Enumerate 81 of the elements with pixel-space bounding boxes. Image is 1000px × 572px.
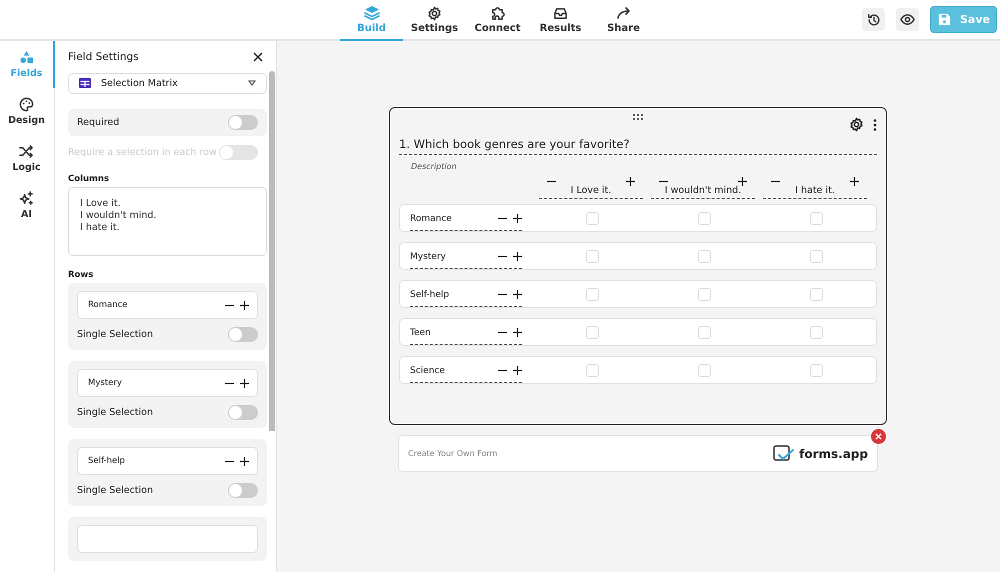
close-icon [875,433,882,440]
nav-tab[interactable]: Settings [403,0,466,41]
more-options-icon[interactable] [873,118,877,130]
shapes-icon [19,50,34,65]
plus-icon[interactable] [513,366,522,375]
layers-icon [364,5,380,21]
plus-icon[interactable] [738,177,747,186]
plus-icon[interactable] [626,177,635,186]
inbox-icon [553,6,568,20]
column-label: I Love it. [570,185,612,196]
checkbox[interactable] [586,326,598,338]
toggle-switch[interactable] [228,483,258,498]
checkbox[interactable] [586,250,598,262]
sparkle-icon [19,191,34,206]
palette-icon [19,97,34,112]
plus-icon[interactable] [850,177,859,186]
toggle-switch[interactable] [228,405,258,420]
toggle-label: Required [77,116,120,128]
toggle-label: Single Selection [77,485,154,496]
plus-icon[interactable] [513,252,522,261]
sidebar-item[interactable]: Logic [0,135,55,182]
plus-icon[interactable] [240,456,249,466]
toggle-label: Single Selection [77,407,154,418]
section-label: Columns [68,174,110,184]
row-name-field[interactable] [77,525,258,553]
nav-tab[interactable]: Results [529,0,592,41]
caret-icon [248,80,256,86]
checkbox[interactable] [698,364,710,376]
settings-icon[interactable] [849,117,864,132]
share-arrow-icon [616,5,632,21]
section-label: Rows [68,270,94,280]
sidebar-item[interactable]: AI [0,182,55,229]
checkbox[interactable] [810,326,822,338]
plus-icon[interactable] [240,378,249,388]
checkbox[interactable] [586,364,598,376]
row-label: Self-help [410,290,450,300]
columns-textarea[interactable]: I Love it. I wouldn't mind. I hate it. [68,186,267,256]
checkbox[interactable] [586,288,598,300]
shuffle-icon [19,144,34,159]
settings-icon [427,6,442,20]
preview-button[interactable] [896,8,919,31]
sidebar-item[interactable]: Design [0,88,55,135]
row-label: Science [410,366,446,376]
checkbox[interactable] [810,288,822,300]
checkbox[interactable] [698,212,710,224]
description-field[interactable]: Description [411,162,877,171]
checkbox[interactable] [810,364,822,376]
branding-text: Create Your Own Form [408,449,498,458]
logo-text: forms.app [799,446,868,460]
plus-icon[interactable] [240,300,249,310]
eye-icon [900,12,915,27]
history-icon [866,12,880,26]
puzzle-icon [490,6,505,20]
checkbox[interactable] [586,212,598,224]
panel-title: Field Settings [68,51,139,63]
row-label: Romance [410,214,453,224]
row-label: Mystery [410,252,447,262]
logo-icon [773,444,796,462]
checkbox[interactable] [698,326,710,338]
checkbox[interactable] [810,212,822,224]
toggle-switch[interactable] [228,327,258,342]
column-label: I wouldn't mind. [664,185,742,196]
row-name-field[interactable]: Romance [77,291,258,319]
row-name-field[interactable]: Self-help [77,447,258,475]
row-label: Teen [410,328,432,338]
nav-tab[interactable]: Share [592,0,655,41]
history-button[interactable] [862,8,885,31]
toggle-label: Single Selection [77,329,154,340]
plus-icon[interactable] [513,328,522,337]
checkbox[interactable] [698,250,710,262]
plus-icon[interactable] [513,290,522,299]
column-label: I hate it. [794,185,836,196]
nav-tab[interactable]: Connect [466,0,529,41]
plus-icon[interactable] [513,214,522,223]
field-type-dropdown[interactable]: Selection Matrix [68,73,267,94]
toggle-switch[interactable] [228,114,258,130]
checkbox[interactable] [810,250,822,262]
row-name-field[interactable]: Mystery [77,369,258,397]
table-icon [79,78,91,88]
checkbox[interactable] [698,288,710,300]
question-title: 1. Which book genres are your favorite? [399,132,877,155]
